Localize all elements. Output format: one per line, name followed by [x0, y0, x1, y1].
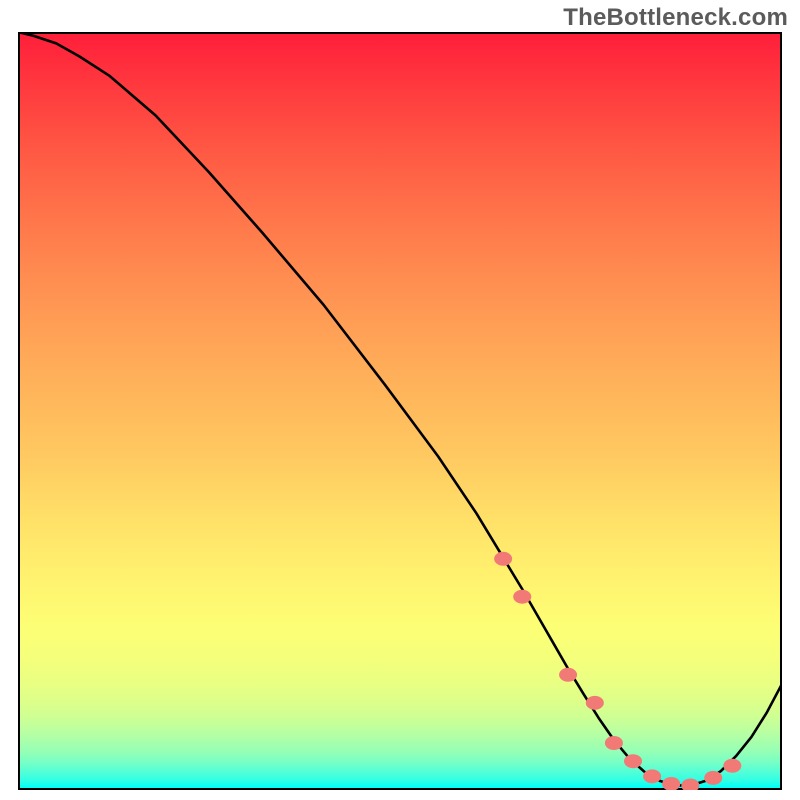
watermark-text: TheBottleneck.com: [563, 4, 788, 32]
plot-area: [18, 32, 782, 790]
chart-container: { "watermark": "TheBottleneck.com", "plo…: [0, 0, 800, 800]
